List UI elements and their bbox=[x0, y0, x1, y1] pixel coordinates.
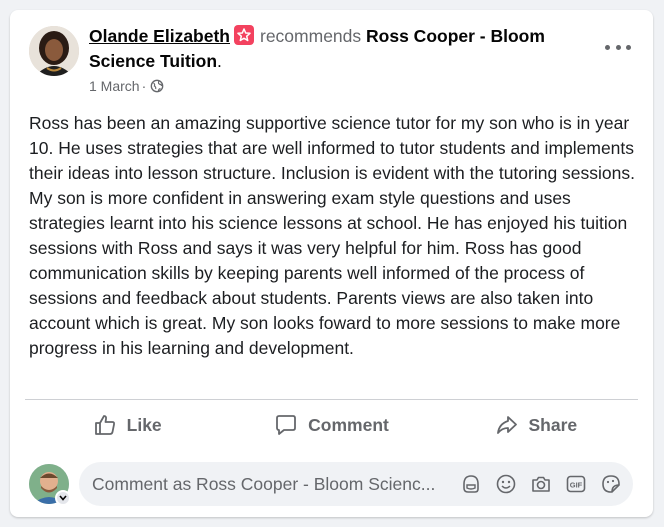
more-options-icon[interactable] bbox=[605, 40, 631, 54]
sticker-icon[interactable] bbox=[599, 472, 622, 495]
share-label: Share bbox=[528, 414, 578, 435]
actions-divider bbox=[25, 399, 638, 400]
svg-text:GIF: GIF bbox=[569, 480, 582, 489]
chevron-down-icon[interactable] bbox=[55, 490, 71, 506]
post-date[interactable]: 1 March bbox=[89, 78, 140, 94]
comment-label: Comment bbox=[308, 414, 389, 435]
comment-button[interactable]: Comment bbox=[229, 405, 433, 445]
like-button[interactable]: Like bbox=[25, 405, 229, 445]
author-avatar[interactable] bbox=[29, 26, 79, 76]
post-actions: Like Comment Share bbox=[25, 405, 638, 445]
emoji-icon[interactable] bbox=[494, 472, 517, 495]
post-header: Olande Elizabeth recommends Ross Cooper -… bbox=[89, 24, 569, 74]
post-meta: 1 March · bbox=[89, 78, 164, 94]
header-period: . bbox=[217, 51, 222, 71]
comment-icon bbox=[276, 415, 297, 435]
like-icon bbox=[94, 415, 115, 435]
recommendation-badge-icon bbox=[234, 25, 254, 45]
avatar-sticker-icon[interactable] bbox=[459, 472, 482, 495]
meta-separator: · bbox=[141, 78, 147, 94]
like-label: Like bbox=[126, 414, 162, 435]
post-body: Ross has been an amazing supportive scie… bbox=[29, 113, 636, 358]
recommendation-post-card: Olande Elizabeth recommends Ross Cooper -… bbox=[10, 10, 653, 517]
author-name-link[interactable]: Olande Elizabeth bbox=[89, 26, 230, 46]
comment-box: GIF bbox=[79, 462, 633, 506]
share-icon bbox=[496, 416, 517, 434]
camera-icon[interactable] bbox=[529, 472, 552, 495]
comment-composer: GIF bbox=[29, 462, 637, 506]
gif-icon[interactable]: GIF bbox=[564, 472, 587, 495]
comment-tools: GIF bbox=[459, 472, 622, 495]
globe-icon bbox=[150, 79, 164, 93]
recommends-verb: recommends bbox=[260, 26, 362, 46]
share-button[interactable]: Share bbox=[434, 405, 638, 445]
comment-input[interactable] bbox=[92, 472, 452, 496]
